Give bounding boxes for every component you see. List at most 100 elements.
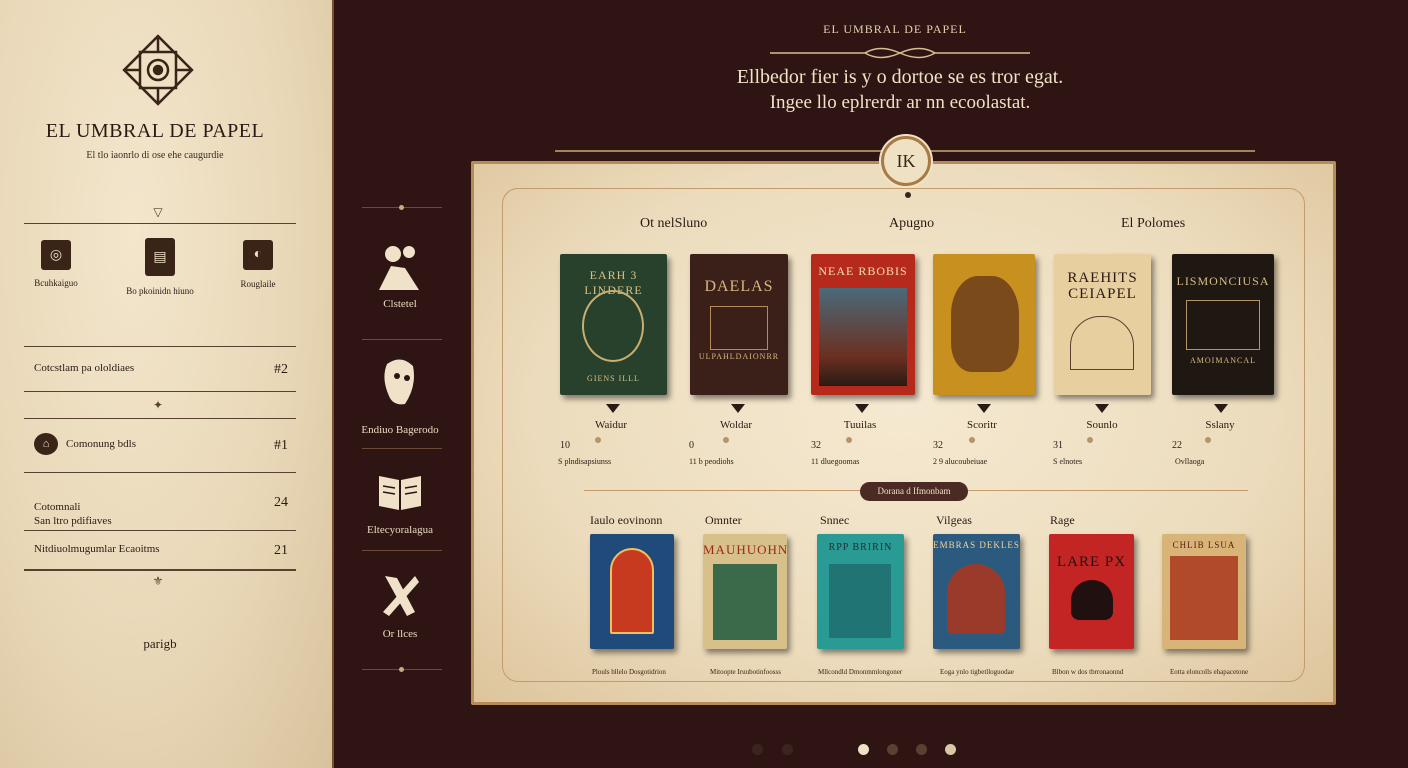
open-book-icon: [379, 476, 421, 510]
caret-down-icon[interactable]: [731, 404, 745, 413]
book-meta: 11 b peodiohs: [689, 457, 734, 466]
quick-link-label[interactable]: Rouglaile: [218, 279, 298, 289]
pager-dot[interactable]: [782, 744, 793, 755]
sidebar-row[interactable]: Comonung bdls #1: [66, 438, 288, 453]
book-meta: Plouls bllelo Dosgotidrion: [592, 668, 666, 676]
brand-tagline: El tlo iaonrlo di ose ehe caugurdie: [86, 150, 224, 161]
book-title: MAUHUOHNA: [703, 542, 787, 557]
divider: [24, 223, 296, 224]
book-cover[interactable]: RPP BRIRIN: [817, 534, 904, 649]
divider: [24, 418, 296, 419]
sidebar: EL UMBRAL DE PAPEL El tlo iaonrlo di ose…: [0, 0, 334, 768]
logo-ornament-icon: [122, 34, 194, 106]
book-count: 31: [1053, 440, 1063, 451]
book-icon[interactable]: ▤: [145, 238, 175, 276]
ornament-icon: ⚜: [152, 574, 164, 588]
vase-icon[interactable]: ◐: [243, 240, 273, 270]
caret-down-icon[interactable]: [606, 404, 620, 413]
pager-dot-active[interactable]: [858, 744, 869, 755]
quick-link-label[interactable]: Bo pkoinidn hiuno: [110, 286, 210, 296]
headphones-icon[interactable]: ◎: [41, 240, 71, 270]
nav-item-open-book[interactable]: Eltecyoralagua: [358, 466, 442, 536]
cover-art: [947, 564, 1005, 634]
book-name: Sslany: [1205, 419, 1235, 431]
nav-separator: [362, 448, 442, 449]
sidebar-row[interactable]: Cotomnali San ltro pdifiaves 24: [34, 486, 288, 542]
pager-dot[interactable]: [887, 744, 898, 755]
cover-art: [1071, 580, 1113, 620]
book-cover[interactable]: RAEHITS CEIAPEL: [1054, 254, 1151, 395]
book-count: 10: [560, 440, 570, 451]
book-name: Scoritr: [967, 419, 997, 431]
nav-item-quill[interactable]: Or llces: [358, 570, 442, 640]
cover-art: [710, 306, 768, 350]
divider: [24, 569, 296, 571]
row-heading: Rage: [1050, 513, 1075, 527]
book-title: DAELAS: [704, 278, 774, 295]
caret-down-icon[interactable]: [1214, 404, 1228, 413]
ornament-icon: ▽: [153, 205, 163, 219]
book-meta: 11 dluegoomas: [811, 457, 860, 466]
book-subtitle: AMOIMANCAL: [1190, 356, 1256, 365]
readers-icon: [379, 246, 419, 290]
cover-art: [582, 290, 644, 362]
book-meta: Blbon w dos tbrronaonnd: [1052, 668, 1124, 676]
book-meta: S elnotes: [1053, 457, 1083, 466]
nav-label: Eltecyoralagua: [367, 524, 433, 536]
pager-dot[interactable]: [945, 744, 956, 755]
book-subtitle: GIENS ILLL: [587, 374, 640, 383]
book-title: EMBRAS DEKLES: [933, 540, 1020, 550]
book-dot: [969, 437, 975, 443]
cover-art: [1186, 300, 1260, 350]
book-cover[interactable]: MAUHUOHNA: [703, 534, 787, 649]
cover-art: [610, 548, 654, 634]
book-meta: S plndisapsiunss: [558, 457, 612, 466]
book-count: 22: [1172, 440, 1182, 451]
caret-down-icon[interactable]: [1095, 404, 1109, 413]
book-cover[interactable]: LISMONCIUSA AMOIMANCAL: [1172, 254, 1274, 395]
footer-link[interactable]: parigb: [0, 636, 320, 652]
brand-title: EL UMBRAL DE PAPEL: [45, 120, 265, 142]
book-cover[interactable]: CHLIB LSUA: [1162, 534, 1246, 649]
section-pill[interactable]: Dorana d Ifmonbam: [860, 482, 968, 501]
book-cover[interactable]: DAELAS ULPAHLDAIONRR: [690, 254, 788, 395]
book-cover[interactable]: LARE PX: [1049, 534, 1134, 649]
row-label: Cotcstlam pa ololdiaes: [34, 362, 135, 374]
book-count: 32: [811, 440, 821, 451]
book-cover[interactable]: EARH 3 LINDERE GIENS ILLL: [560, 254, 667, 395]
cover-art: [1070, 316, 1134, 370]
nav-item-mask[interactable]: Endiuo Bagerodo: [358, 356, 442, 436]
book-name: Woldar: [719, 419, 753, 431]
book-cover[interactable]: [933, 254, 1035, 395]
flourish-icon: [770, 47, 1030, 59]
book-meta: Eotta eloncolls ehapacetone: [1170, 668, 1249, 676]
book-cover[interactable]: [590, 534, 674, 649]
medallion-icon: IK: [881, 136, 931, 186]
row-label: Cotomnali San ltro pdifiaves: [34, 501, 112, 527]
book-subtitle: ULPAHLDAIONRR: [698, 352, 780, 361]
book-dot: [595, 437, 601, 443]
caret-down-icon[interactable]: [977, 404, 991, 413]
cover-art: [1170, 556, 1238, 640]
row-value: #1: [274, 438, 288, 453]
quick-link-label[interactable]: Bcuhkaiguo: [16, 278, 96, 288]
caret-down-icon[interactable]: [855, 404, 869, 413]
pager-dot[interactable]: [752, 744, 763, 755]
quill-icon: [383, 576, 419, 616]
sidebar-row[interactable]: Nitdiuolmugumlar Ecaoitms 21: [34, 543, 288, 558]
book-dot: [846, 437, 852, 443]
book-cover[interactable]: NEAE RBOBIS: [811, 254, 915, 395]
ornament-icon: ✦: [152, 398, 164, 412]
column-heading: Ot nelSluno: [640, 216, 708, 231]
divider: [24, 346, 296, 347]
pager-dot[interactable]: [916, 744, 927, 755]
nav-separator: [362, 339, 442, 340]
book-cover[interactable]: EMBRAS DEKLES: [933, 534, 1020, 649]
book-title: LISMONCIUSA: [1176, 274, 1270, 288]
row-value: 21: [274, 543, 288, 558]
sidebar-row[interactable]: Cotcstlam pa ololdiaes #2: [34, 362, 288, 377]
cover-art: [819, 288, 907, 386]
nav-item-readers[interactable]: Clstetel: [358, 240, 442, 310]
cover-art: [951, 276, 1019, 372]
book-title: LARE PX: [1056, 554, 1127, 570]
